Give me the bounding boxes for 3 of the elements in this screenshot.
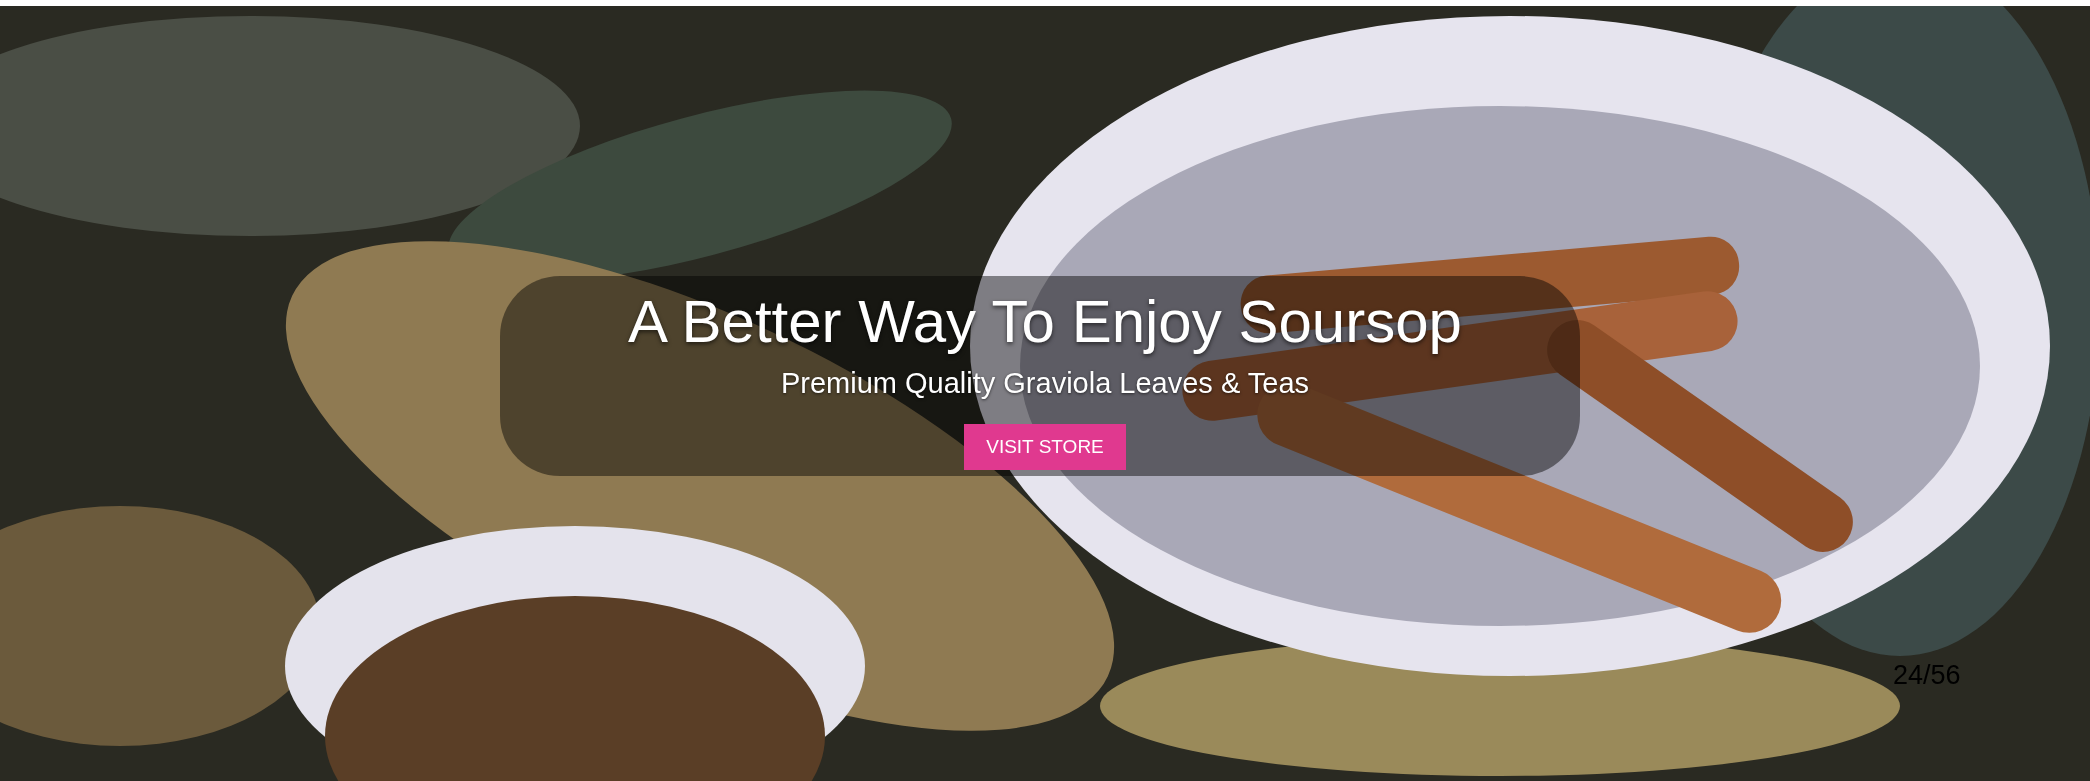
hero-subtitle: Premium Quality Graviola Leaves & Teas — [780, 366, 1310, 401]
visit-store-button[interactable]: VISIT STORE — [964, 424, 1126, 470]
hero-title: A Better Way To Enjoy Soursop — [628, 287, 1462, 357]
